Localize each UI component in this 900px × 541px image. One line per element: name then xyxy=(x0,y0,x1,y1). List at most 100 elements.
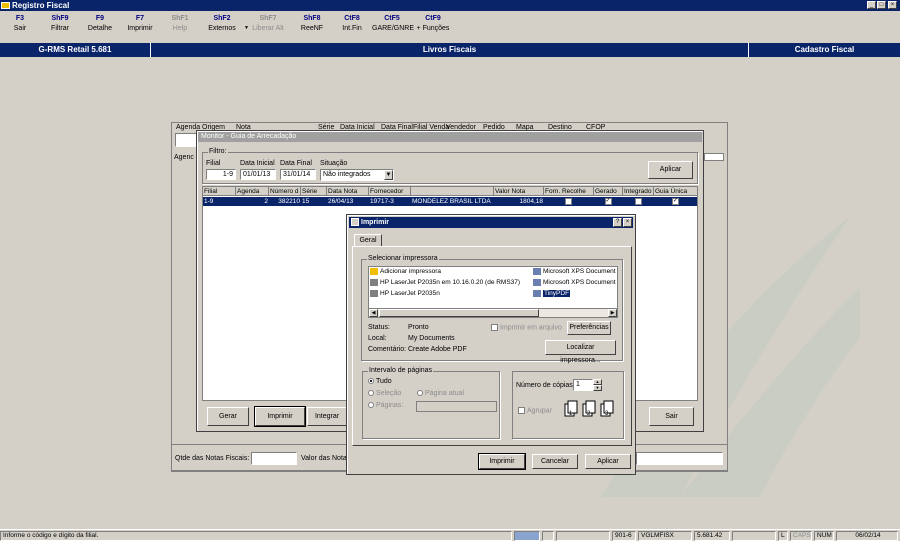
comment-label: Comentário: xyxy=(368,346,407,353)
printer-item-tinypdf[interactable]: TinyPDF xyxy=(533,290,571,298)
grid-col-header[interactable]: Fornecedor xyxy=(369,187,411,196)
grid-col-header[interactable]: Gerado xyxy=(594,187,623,196)
fkey-shf2[interactable]: ShF2 Externos xyxy=(202,14,242,34)
grid-col-header[interactable]: Guia Única xyxy=(654,187,698,196)
data-final-label: Data Final xyxy=(280,160,312,167)
header-app-version: G-RMS Retail 5.681 xyxy=(0,43,151,57)
grid-col-header[interactable]: Forn. Recolhe xyxy=(544,187,594,196)
local-value: My Documents xyxy=(408,335,455,342)
copies-input[interactable]: 1 xyxy=(573,379,593,391)
checkbox-checked-icon[interactable]: ✓ xyxy=(604,198,612,205)
tab-geral[interactable]: Geral xyxy=(354,234,382,246)
dialog-close-button[interactable]: × xyxy=(623,218,632,227)
background-agenda-field[interactable] xyxy=(175,133,197,147)
minimize-button[interactable]: _ xyxy=(867,1,876,9)
situacao-label: Situação xyxy=(320,160,348,167)
fkey-shortcut: CtF5 xyxy=(384,15,400,22)
radio-current-page[interactable]: Página atual xyxy=(417,390,464,397)
print-confirm-button[interactable]: Imprimir xyxy=(478,453,526,470)
checkbox-icon[interactable] xyxy=(634,198,642,205)
table-cell: 19717-3 xyxy=(369,197,411,206)
filter-label: Filtro: xyxy=(208,148,228,155)
fkey-label: Detalhe xyxy=(87,25,113,32)
integrar-button[interactable]: Integrar xyxy=(307,407,347,426)
printer-item-hp-network[interactable]: HP LaserJet P2035n em 10.16.0.20 (de RMS… xyxy=(370,279,520,287)
fkey-shortcut: ShF9 xyxy=(51,15,69,22)
printer-item-xps-1[interactable]: Microsoft XPS Document xyxy=(533,268,616,276)
fkey-label: Liberar Alt xyxy=(252,25,284,32)
fkey-f3[interactable]: F3 Sair xyxy=(0,14,40,34)
fkey-shortcut: CtF8 xyxy=(344,15,360,22)
help-button[interactable]: ? xyxy=(613,218,622,227)
fkey-shf7[interactable]: ShF7 Liberar Alt xyxy=(248,14,288,34)
grid-col-header[interactable] xyxy=(411,187,494,196)
aplicar-filter-button[interactable]: Aplicar xyxy=(648,161,693,179)
radio-all[interactable]: Tudo xyxy=(368,378,392,385)
fkey-ctf9[interactable]: CtF9 + Funções xyxy=(413,14,453,34)
printer-item-hp[interactable]: HP LaserJet P2035n xyxy=(370,290,440,298)
printer-item-add[interactable]: Adicionar impressora xyxy=(370,268,441,276)
status-label: Status: xyxy=(368,324,390,331)
radio-icon xyxy=(417,390,423,397)
radio-pages[interactable]: Páginas: xyxy=(368,402,403,409)
gerar-button[interactable]: Gerar xyxy=(207,407,249,426)
grid-col-header[interactable]: Integrado xyxy=(623,187,654,196)
fkey-f9[interactable]: F9 Detalhe xyxy=(80,14,120,34)
fkey-f7[interactable]: F7 Imprimir xyxy=(120,14,160,34)
sair-button[interactable]: Sair xyxy=(649,407,694,426)
valor-notas-field[interactable] xyxy=(636,452,723,465)
imprimir-button[interactable]: Imprimir xyxy=(254,406,306,427)
grid-col-header[interactable]: Agenda xyxy=(236,187,269,196)
fkey-ctf5[interactable]: CtF5 GARE/GNRE xyxy=(372,14,414,34)
close-button[interactable]: × xyxy=(888,1,897,9)
radio-selection[interactable]: Seleção xyxy=(368,390,401,397)
externos-dropdown-icon[interactable]: ▼ xyxy=(244,25,249,31)
fkey-shf1[interactable]: ShF1 Help xyxy=(160,14,200,34)
print-apply-button[interactable]: Aplicar xyxy=(585,454,631,469)
print-to-file-checkbox[interactable]: Imprimir em arquivo xyxy=(491,324,562,331)
data-inicial-input[interactable]: 01/01/13 xyxy=(240,169,276,180)
maximize-button[interactable]: □ xyxy=(877,1,886,9)
filial-label: Filial xyxy=(206,160,221,167)
table-cell: 15 xyxy=(301,197,327,206)
copies-label: Número de cópias: xyxy=(516,382,575,389)
printer-list-scrollbar[interactable]: ◀ ▶ xyxy=(368,308,618,318)
print-dialog: Imprimir ? × Geral Selecionar impressora… xyxy=(346,214,636,475)
grid-col-header[interactable]: Data Nota xyxy=(327,187,369,196)
chevron-down-icon: ▼ xyxy=(385,172,392,178)
qtde-notas-label: Qtde das Notas Fiscais: xyxy=(175,455,250,462)
pages-input[interactable] xyxy=(416,401,497,412)
grid-col-header[interactable]: Série xyxy=(301,187,327,196)
grid-col-header[interactable]: Filial xyxy=(203,187,236,196)
checkbox-icon xyxy=(491,324,498,331)
document-icon xyxy=(542,531,554,541)
situacao-dropdown-button[interactable]: ▼ xyxy=(384,170,393,180)
checkbox-checked-icon[interactable]: ✓ xyxy=(672,198,679,205)
printer-item-xps-2[interactable]: Microsoft XPS Document xyxy=(533,279,616,287)
fkey-ctf8[interactable]: CtF8 Int.Fin xyxy=(332,14,372,34)
fkey-shf8[interactable]: ShF8 ReeNF xyxy=(292,14,332,34)
situacao-select[interactable]: Não integrados xyxy=(320,169,394,181)
table-cell: 2 xyxy=(236,197,269,206)
preferences-button[interactable]: Preferências xyxy=(567,321,611,335)
find-printer-button[interactable]: Localizar impressora... xyxy=(545,340,616,364)
scroll-left-icon[interactable]: ◀ xyxy=(369,309,378,317)
scroll-right-icon[interactable]: ▶ xyxy=(608,309,617,317)
scroll-thumb[interactable] xyxy=(379,309,539,317)
filial-input[interactable]: 1-9 xyxy=(206,169,236,180)
checkbox-icon[interactable] xyxy=(565,198,572,205)
fkey-shortcut: ShF2 xyxy=(213,15,231,22)
qtde-notas-field[interactable] xyxy=(251,452,297,465)
copies-down-icon[interactable]: ▼ xyxy=(593,385,602,391)
comment-value: Create Adobe PDF xyxy=(408,346,467,353)
fkey-shf9[interactable]: ShF9 Filtrar xyxy=(40,14,80,34)
print-cancel-button[interactable]: Cancelar xyxy=(532,454,578,469)
grid-col-header[interactable]: Valor Nota xyxy=(494,187,544,196)
data-final-input[interactable]: 31/01/14 xyxy=(280,169,316,180)
grid-col-header[interactable]: Número d xyxy=(269,187,301,196)
data-inicial-label: Data Inicial xyxy=(240,160,275,167)
header-module: Livros Fiscais xyxy=(151,43,749,57)
fkey-shortcut: F9 xyxy=(95,15,105,22)
collate-checkbox[interactable]: Agrupar xyxy=(518,407,552,414)
status-blank-2 xyxy=(732,531,776,541)
